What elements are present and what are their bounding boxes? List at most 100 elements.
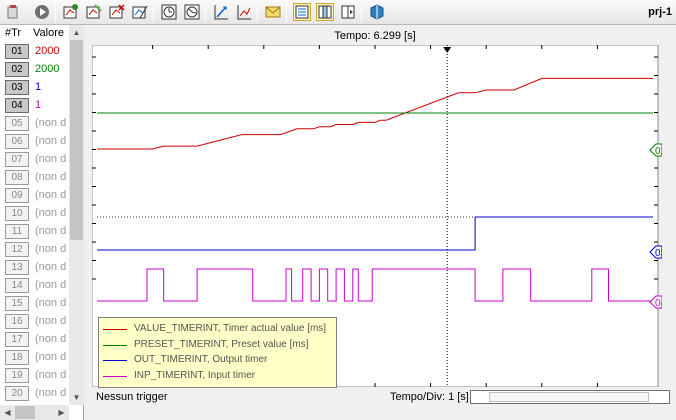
marker-label: 02 [655, 146, 662, 157]
trace-value: (non d [35, 333, 67, 345]
trace-number[interactable]: 11 [5, 224, 29, 239]
legend-label: OUT_TIMERINT, Output timer [134, 354, 268, 365]
trace-number[interactable]: 05 [5, 116, 29, 131]
legend-label: VALUE_TIMERINT, Timer actual value [ms] [134, 323, 327, 334]
scroll-thumb[interactable] [70, 40, 83, 240]
trace-number[interactable]: 17 [5, 332, 29, 347]
trace-number[interactable]: 10 [5, 206, 29, 221]
legend-label: PRESET_TIMERINT, Preset value [ms] [134, 338, 309, 350]
trace-value: 1 [35, 81, 42, 93]
trace-value: 2000 [35, 45, 60, 57]
trace-number[interactable]: 09 [5, 188, 29, 203]
col-value: Valore [33, 27, 64, 39]
trace-value: (non d [35, 189, 67, 201]
trace-row[interactable]: 12 (non d [0, 241, 69, 259]
trace-row[interactable]: 15 (non d [0, 295, 69, 313]
trace-number[interactable]: 08 [5, 170, 29, 185]
mail-icon[interactable] [264, 3, 282, 21]
time-div-label: Tempo/Div: 1 [s] [390, 391, 469, 403]
trace-number[interactable]: 15 [5, 296, 29, 311]
time-slider[interactable] [470, 390, 670, 404]
columns-icon[interactable] [316, 3, 334, 21]
trace-value: (non d [35, 369, 67, 381]
trace-row[interactable]: 04 1 [0, 97, 69, 115]
trace-value: (non d [35, 387, 67, 399]
legend-swatch [103, 344, 127, 346]
status-bar: Nessun trigger Tempo/Div: 1 [s] [92, 388, 676, 408]
trace-edit-icon[interactable] [85, 3, 103, 21]
trace-value: (non d [35, 171, 67, 183]
list-icon[interactable] [293, 3, 311, 21]
trace-row[interactable]: 09 (non d [0, 187, 69, 205]
scroll-down-icon[interactable]: ▼ [69, 390, 84, 405]
trace-number[interactable]: 16 [5, 314, 29, 329]
trace-row[interactable]: 20 (non d [0, 385, 69, 403]
delete-icon[interactable] [4, 3, 22, 21]
trace-row[interactable]: 11 (non d [0, 223, 69, 241]
trace-number[interactable]: 18 [5, 350, 29, 365]
toolbar: prj-1 [0, 0, 676, 25]
trace-value: (non d [35, 351, 67, 363]
scroll-thumb-horizontal[interactable] [15, 406, 35, 419]
trace-value: (non d [35, 207, 67, 219]
trace-row[interactable]: 06 (non d [0, 133, 69, 151]
trace-row[interactable]: 05 (non d [0, 115, 69, 133]
legend-swatch [103, 375, 127, 377]
trace-row[interactable]: 16 (non d [0, 313, 69, 331]
trace-row[interactable]: 08 (non d [0, 169, 69, 187]
plot-title: Tempo: 6.299 [s] [334, 30, 416, 42]
record-icon[interactable] [33, 3, 51, 21]
trace-row[interactable]: 14 (non d [0, 277, 69, 295]
trace-value: (non d [35, 225, 67, 237]
trace-number[interactable]: 01 [5, 44, 29, 59]
trace-number[interactable]: 07 [5, 152, 29, 167]
scroll-right-icon[interactable]: ▶ [54, 405, 69, 420]
trace-row[interactable]: 10 (non d [0, 205, 69, 223]
trace-number[interactable]: 13 [5, 260, 29, 275]
trace-value: 2000 [35, 63, 60, 75]
trace-panel: #Tr Valore 01 2000 02 2000 03 1 04 1 05 (non d 06 (… [0, 25, 84, 420]
scroll-up-icon[interactable]: ▲ [69, 25, 84, 40]
trace-number[interactable]: 02 [5, 62, 29, 77]
split-icon[interactable] [339, 3, 357, 21]
scroll-left-icon[interactable]: ◀ [0, 405, 15, 420]
trace-vertical-scrollbar[interactable]: ▲ ▼ [69, 25, 84, 405]
marker-label: 03 [655, 248, 662, 259]
trace-row[interactable]: 19 (non d [0, 367, 69, 385]
clock-icon[interactable] [160, 3, 178, 21]
legend[interactable]: VALUE_TIMERINT, Timer actual value [ms] P… [98, 317, 337, 388]
trace-value: (non d [35, 315, 67, 327]
trace-number[interactable]: 20 [5, 386, 29, 401]
trace-number[interactable]: 14 [5, 278, 29, 293]
trigger-status: Nessun trigger [96, 391, 168, 403]
trace-row[interactable]: 17 (non d [0, 331, 69, 349]
trace-remove-icon[interactable] [108, 3, 126, 21]
legend-label: INP_TIMERINT, Input timer [134, 369, 256, 381]
legend-swatch [103, 360, 127, 361]
cursor-icon[interactable] [212, 3, 230, 21]
trace-add-icon[interactable] [62, 3, 80, 21]
trace-value: (non d [35, 261, 67, 273]
trace-number[interactable]: 06 [5, 134, 29, 149]
trace-number[interactable]: 03 [5, 80, 29, 95]
trace-number[interactable]: 04 [5, 98, 29, 113]
trace-row[interactable]: 02 2000 [0, 61, 69, 79]
trace-config-icon[interactable] [131, 3, 149, 21]
zoom-fit-icon[interactable] [235, 3, 253, 21]
trace-row[interactable]: 07 (non d [0, 151, 69, 169]
trace-number[interactable]: 12 [5, 242, 29, 257]
trace-value: (non d [35, 153, 67, 165]
trace-number[interactable]: 19 [5, 368, 29, 383]
book-icon[interactable] [368, 3, 386, 21]
trace-value: (non d [35, 117, 67, 129]
legend-swatch [103, 329, 127, 330]
trace-horizontal-scrollbar[interactable]: ◀ ▶ [0, 405, 69, 420]
trace-row[interactable]: 01 2000 [0, 43, 69, 61]
trace-row[interactable]: 13 (non d [0, 259, 69, 277]
trace-row[interactable]: 03 1 [0, 79, 69, 97]
project-label: prj-1 [648, 6, 672, 18]
trace-value: (non d [35, 135, 67, 147]
trace-row[interactable]: 18 (non d [0, 349, 69, 367]
clock-config-icon[interactable] [183, 3, 201, 21]
trace-value: (non d [35, 279, 67, 291]
